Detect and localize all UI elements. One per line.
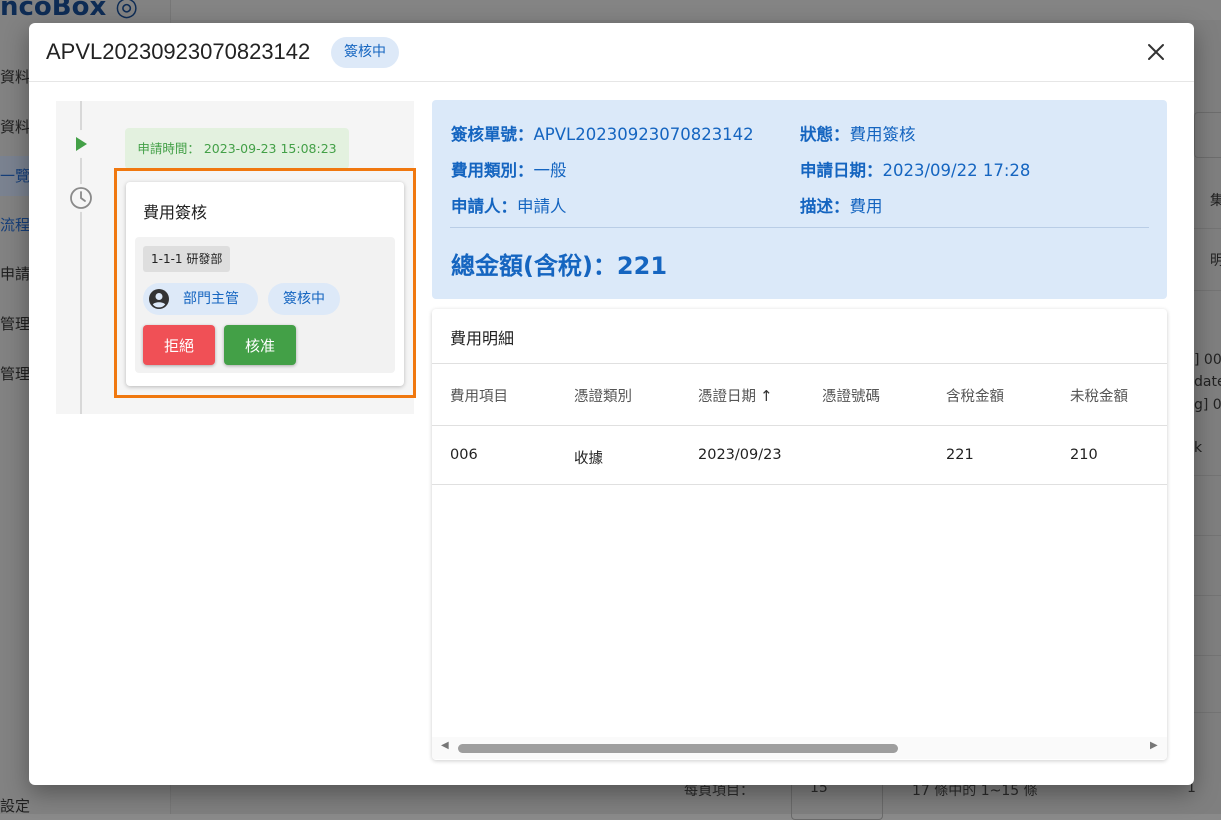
background-row-divider [1194,595,1221,596]
department-chip: 1-1-1 研發部 [143,246,231,272]
sidebar-item: 流程 [0,216,31,234]
approve-button[interactable]: 核准 [224,325,296,365]
dialog-header: APVL20230923070823142 簽核中 [29,23,1194,82]
approval-detail-dialog: APVL20230923070823142 簽核中 申請時間： 2023-09-… [29,23,1194,785]
description-field: 描述：費用 [800,193,883,217]
close-icon [1148,44,1164,60]
apply-time-label: 申請時間： 2023-09-23 15:08:23 [125,128,349,169]
approver-chip: 部門主管 [143,283,258,315]
apply-date-field: 申請日期：2023/09/22 17:28 [800,157,1030,181]
cell-voucher-date: 2023/09/23 [698,447,782,463]
column-header-voucher-no[interactable]: 憑證號碼 [822,385,880,406]
cell-voucher-type: 收據 [574,451,603,467]
sort-arrow-up-icon: ↑ [760,387,773,405]
column-header-expense-item[interactable]: 費用項目 [450,385,508,406]
horizontal-scrollbar[interactable]: ◀ ▶ [432,737,1167,759]
status-chip: 簽核中 [331,37,399,68]
doc-no-value: APVL20230923070823142 [533,125,754,144]
background-row-divider [1194,712,1221,713]
background-row-divider [1194,228,1221,229]
scroll-left-icon[interactable]: ◀ [441,740,449,751]
background-cell-fragment: ] 00 [1194,352,1221,368]
background-search-box [1194,112,1221,158]
approval-step-card: 費用簽核 1-1-1 研發部 部門主管 簽核中 拒絕 核准 [126,182,404,386]
dialog-title: APVL20230923070823142 [46,39,311,64]
sidebar-item: 管理 [0,365,31,383]
background-row-divider [1194,475,1221,476]
status-label: 狀態： [800,125,850,144]
step-approver-panel: 1-1-1 研發部 部門主管 簽核中 拒絕 核准 [135,237,395,373]
applicant-value: 申請人 [517,197,567,216]
account-circle-icon [149,289,169,309]
column-header-voucher-date-label: 憑證日期 [698,389,756,405]
status-value: 費用簽核 [849,125,916,144]
cell-amount-tax-excl: 210 [1070,447,1098,463]
divider [432,425,1167,426]
background-column-fragment: 集 [1210,193,1221,209]
sidebar-item: 資料 [0,118,31,136]
scroll-right-icon[interactable]: ▶ [1150,740,1158,751]
sidebar-item: 申請 [0,265,31,283]
column-header-amount-tax-excl[interactable]: 未稅金額 [1070,385,1128,406]
description-value: 費用 [849,197,883,216]
close-button[interactable] [1141,37,1171,67]
background-row-divider [1194,290,1221,291]
column-header-amount-tax-incl[interactable]: 含稅金額 [946,385,1004,406]
doc-no-field: 簽核單號：APVL20230923070823142 [451,121,754,145]
detail-title: 費用明細 [450,329,515,348]
background-cell-fragment: date [1194,374,1221,390]
expense-detail-table: 費用明細 費用項目 憑證類別 憑證日期 ↑ 憑證號碼 含稅金額 未稅金額 006 … [432,309,1167,760]
cell-expense-item: 006 [450,447,478,463]
cell-amount-tax-incl: 221 [946,447,974,463]
app-logo: ncoBox ◎ [0,0,138,22]
play-icon [67,130,95,158]
apply-date-value: 2023/09/22 17:28 [882,161,1031,180]
sidebar-settings: 設定 [0,797,31,815]
clock-icon [67,184,95,212]
background-cell-fragment: k [1194,440,1203,456]
background-row-divider [1194,535,1221,536]
description-label: 描述： [800,197,850,216]
approval-summary: 簽核單號：APVL20230923070823142 狀態：費用簽核 費用類別：… [432,100,1167,299]
summary-divider [450,227,1149,228]
category-value: 一般 [533,161,567,180]
column-header-voucher-date[interactable]: 憑證日期 ↑ [698,385,773,406]
total-amount: 總金額(含稅)：221 [451,252,668,280]
category-label: 費用類別： [451,161,534,180]
step-title: 費用簽核 [143,203,208,222]
sidebar-item: 資料 [0,68,31,86]
background-cell-fragment: g] 00 [1194,397,1221,413]
apply-date-label: 申請日期： [800,161,883,180]
category-field: 費用類別：一般 [451,157,567,181]
status-field: 狀態：費用簽核 [800,121,916,145]
divider [432,363,1167,364]
applicant-field: 申請人：申請人 [451,193,567,217]
approver-name: 部門主管 [183,291,239,307]
divider [432,484,1167,485]
doc-no-label: 簽核單號： [451,125,534,144]
applicant-label: 申請人： [451,197,517,216]
sidebar-item: 管理 [0,315,31,333]
scrollbar-thumb[interactable] [458,744,898,753]
sidebar-item-active: 一覽 [0,167,31,185]
reject-button[interactable]: 拒絕 [143,325,215,365]
approval-status-chip: 簽核中 [268,283,340,315]
background-topbar [171,0,1221,20]
column-header-voucher-type[interactable]: 憑證類別 [574,385,632,406]
background-column-fragment: 明 [1210,253,1221,269]
background-row-divider [1194,655,1221,656]
